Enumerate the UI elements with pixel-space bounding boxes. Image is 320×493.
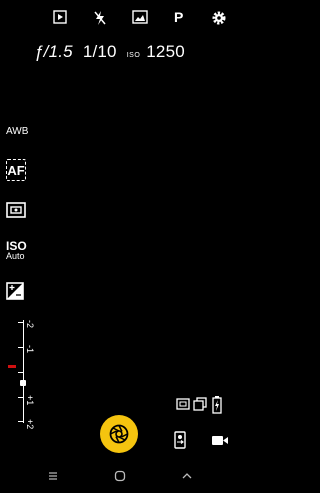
scale-label: +1 [25,395,35,406]
exposure-readout: ƒ/1.5 1/10 ISO 1250 [34,42,185,64]
exposure-scale[interactable]: -2 -1 +1 +2 [8,320,38,429]
multi-shot-icon[interactable] [193,397,207,411]
battery-icon [212,396,222,414]
mode-icon[interactable]: P [174,9,183,25]
scale-tick [18,347,23,348]
flash-off-icon[interactable] [93,10,107,26]
iso-value: 1250 [146,42,185,61]
shutter-speed-value: 1/10 [82,42,117,61]
scale-tick [18,322,23,323]
iso-button[interactable]: ISO Auto [6,240,27,261]
aperture-icon [109,424,129,444]
video-icon[interactable] [212,435,228,446]
scale-line [23,320,24,423]
iso-mode: Auto [6,251,25,261]
aperture-value: ƒ/1.5 [34,42,73,61]
gallery-icon[interactable] [132,10,148,24]
recent-apps-icon[interactable] [47,470,59,482]
iso-label: ISO [126,52,141,59]
metering-icon[interactable] [6,202,26,218]
back-icon[interactable] [181,470,193,482]
scale-label: -1 [25,345,35,354]
white-balance-button[interactable]: AWB [6,126,28,137]
focus-button[interactable]: AF [6,159,26,181]
home-icon[interactable] [114,470,126,482]
exposure-indicator [8,365,16,368]
shutter-button[interactable] [100,415,138,453]
exposure-marker [20,380,26,386]
play-icon[interactable] [53,10,67,24]
switch-camera-icon[interactable] [174,431,186,449]
exposure-compensation-icon[interactable] [6,282,24,300]
aspect-ratio-icon[interactable] [176,398,190,410]
settings-icon[interactable] [211,10,227,26]
scale-label: -2 [25,320,35,329]
scale-label: +2 [25,419,35,430]
scale-tick [18,397,23,398]
scale-tick [18,421,23,422]
scale-tick [18,372,23,373]
